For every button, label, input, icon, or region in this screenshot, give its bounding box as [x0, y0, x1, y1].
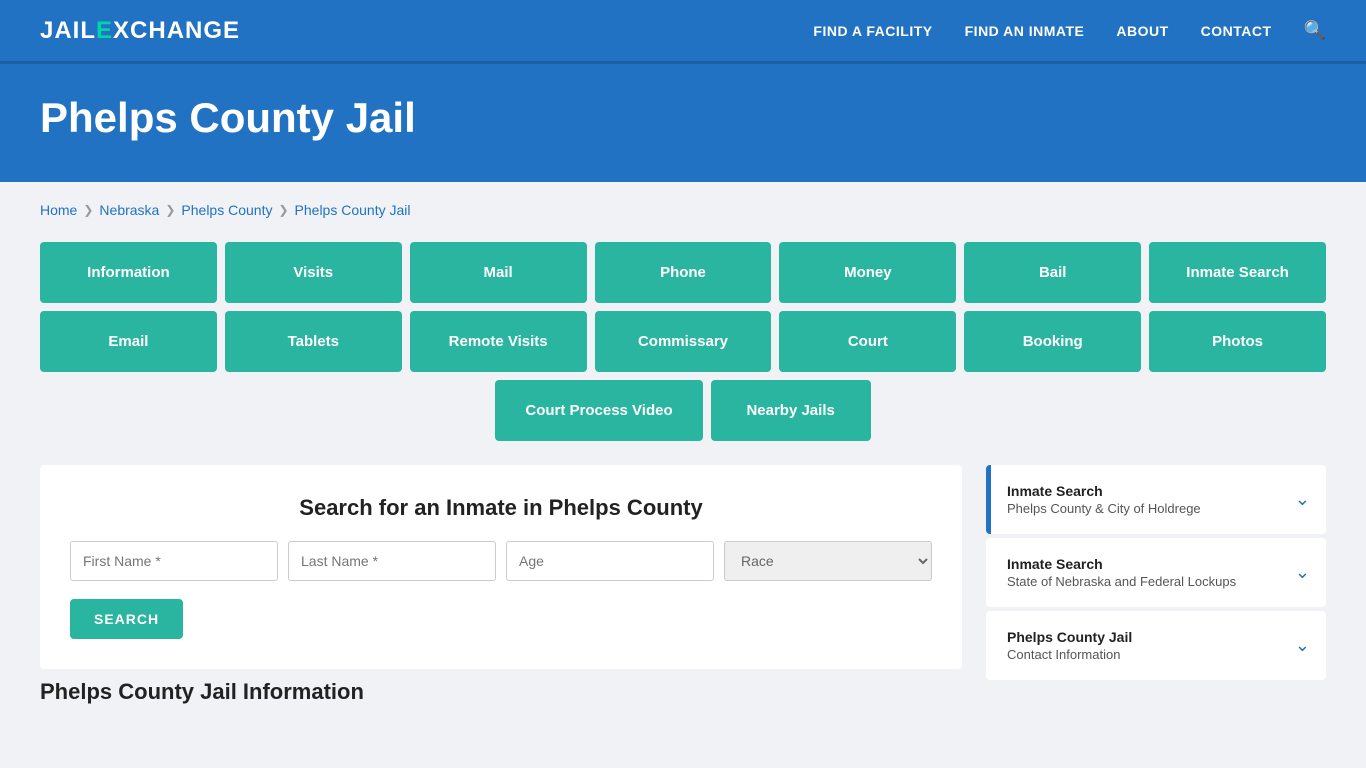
btn-phone[interactable]: Phone	[595, 242, 772, 303]
main-layout: Search for an Inmate in Phelps County Ra…	[40, 465, 1326, 705]
search-fields: Race	[70, 541, 932, 581]
sidebar-card-title-1: Inmate Search	[1007, 556, 1236, 572]
btn-information[interactable]: Information	[40, 242, 217, 303]
info-title: Phelps County Jail Information	[40, 679, 962, 705]
breadcrumb: Home ❯ Nebraska ❯ Phelps County ❯ Phelps…	[40, 202, 1326, 218]
nav-about[interactable]: ABOUT	[1116, 23, 1168, 39]
search-icon[interactable]: 🔍	[1304, 20, 1326, 41]
sidebar-card-title-2: Phelps County Jail	[1007, 629, 1132, 645]
breadcrumb-current: Phelps County Jail	[295, 202, 411, 218]
nav-contact[interactable]: CONTACT	[1201, 23, 1272, 39]
sidebar-card-subtitle-2: Contact Information	[1007, 647, 1132, 662]
sidebar-card-item-2[interactable]: Phelps County Jail Contact Information ⌄	[991, 611, 1326, 680]
brand-part1: JAIL	[40, 17, 96, 44]
hero-section: Phelps County Jail	[0, 64, 1366, 182]
brand-logo[interactable]: JAILEXCHANGE	[40, 17, 240, 45]
nav-links: FIND A FACILITY FIND AN INMATE ABOUT CON…	[813, 20, 1326, 41]
breadcrumb-sep-3: ❯	[278, 203, 288, 217]
nav-grid-row3: Court Process Video Nearby Jails	[40, 380, 1326, 441]
btn-visits[interactable]: Visits	[225, 242, 402, 303]
content-area: Home ❯ Nebraska ❯ Phelps County ❯ Phelps…	[0, 182, 1366, 745]
btn-court-process-video[interactable]: Court Process Video	[495, 380, 702, 441]
brand-part3: XCHANGE	[113, 17, 240, 44]
breadcrumb-phelps-county[interactable]: Phelps County	[181, 202, 272, 218]
nav-find-inmate[interactable]: FIND AN INMATE	[965, 23, 1085, 39]
btn-inmate-search[interactable]: Inmate Search	[1149, 242, 1326, 303]
btn-remote-visits[interactable]: Remote Visits	[410, 311, 587, 372]
btn-money[interactable]: Money	[779, 242, 956, 303]
navbar: JAILEXCHANGE FIND A FACILITY FIND AN INM…	[0, 0, 1366, 64]
page-title: Phelps County Jail	[40, 94, 1326, 142]
btn-email[interactable]: Email	[40, 311, 217, 372]
btn-booking[interactable]: Booking	[964, 311, 1141, 372]
nav-grid-row2: Email Tablets Remote Visits Commissary C…	[40, 311, 1326, 372]
btn-bail[interactable]: Bail	[964, 242, 1141, 303]
search-section: Search for an Inmate in Phelps County Ra…	[40, 465, 962, 669]
info-section: Phelps County Jail Information	[40, 679, 962, 705]
sidebar-card-text-2: Phelps County Jail Contact Information	[1007, 629, 1132, 662]
btn-nearby-jails[interactable]: Nearby Jails	[711, 380, 871, 441]
age-input[interactable]	[506, 541, 714, 581]
sidebar: Inmate Search Phelps County & City of Ho…	[986, 465, 1326, 684]
btn-photos[interactable]: Photos	[1149, 311, 1326, 372]
sidebar-card-subtitle-0: Phelps County & City of Holdrege	[1007, 501, 1201, 516]
sidebar-card-text-0: Inmate Search Phelps County & City of Ho…	[1007, 483, 1201, 516]
race-select[interactable]: Race	[724, 541, 932, 581]
btn-court[interactable]: Court	[779, 311, 956, 372]
sidebar-card-item-0[interactable]: Inmate Search Phelps County & City of Ho…	[991, 465, 1326, 534]
breadcrumb-nebraska[interactable]: Nebraska	[99, 202, 159, 218]
breadcrumb-home[interactable]: Home	[40, 202, 77, 218]
nav-find-facility[interactable]: FIND A FACILITY	[813, 23, 932, 39]
sidebar-card-2: Phelps County Jail Contact Information ⌄	[986, 611, 1326, 680]
sidebar-card-1: Inmate Search State of Nebraska and Fede…	[986, 538, 1326, 607]
sidebar-card-item-1[interactable]: Inmate Search State of Nebraska and Fede…	[991, 538, 1326, 607]
search-title: Search for an Inmate in Phelps County	[70, 495, 932, 521]
btn-tablets[interactable]: Tablets	[225, 311, 402, 372]
nav-grid-row1: Information Visits Mail Phone Money Bail…	[40, 242, 1326, 303]
sidebar-card-subtitle-1: State of Nebraska and Federal Lockups	[1007, 574, 1236, 589]
sidebar-card-0: Inmate Search Phelps County & City of Ho…	[986, 465, 1326, 534]
first-name-input[interactable]	[70, 541, 278, 581]
sidebar-card-title-0: Inmate Search	[1007, 483, 1201, 499]
last-name-input[interactable]	[288, 541, 496, 581]
brand-part2: E	[96, 17, 113, 44]
sidebar-card-text-1: Inmate Search State of Nebraska and Fede…	[1007, 556, 1236, 589]
btn-commissary[interactable]: Commissary	[595, 311, 772, 372]
breadcrumb-sep-2: ❯	[165, 203, 175, 217]
btn-mail[interactable]: Mail	[410, 242, 587, 303]
breadcrumb-sep-1: ❯	[83, 203, 93, 217]
chevron-down-icon-2: ⌄	[1295, 635, 1310, 656]
search-button[interactable]: SEARCH	[70, 599, 183, 639]
left-column: Search for an Inmate in Phelps County Ra…	[40, 465, 962, 705]
chevron-down-icon-0: ⌄	[1295, 489, 1310, 510]
chevron-down-icon-1: ⌄	[1295, 562, 1310, 583]
